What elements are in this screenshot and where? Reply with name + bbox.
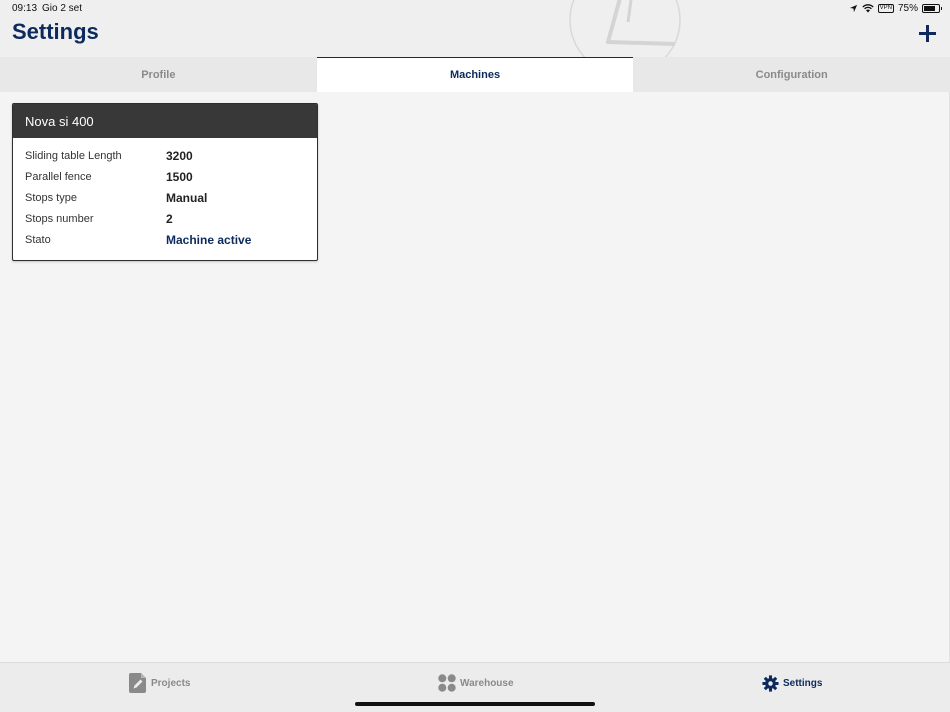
settings-tabs: Profile Machines Configuration: [0, 57, 950, 92]
spec-value: Manual: [166, 190, 208, 205]
tab-configuration[interactable]: Configuration: [633, 57, 950, 92]
home-indicator: [355, 702, 595, 706]
spec-label: Stops type: [25, 191, 77, 204]
tabbar-item-settings[interactable]: Settings: [762, 673, 822, 693]
tabbar-label: Projects: [151, 677, 191, 689]
tab-profile[interactable]: Profile: [0, 57, 317, 92]
tabbar-label: Settings: [783, 677, 823, 689]
gear-icon: [762, 674, 779, 692]
spec-label: Parallel fence: [25, 170, 92, 183]
tabbar-label: Warehouse: [460, 677, 514, 689]
battery-percentage: 75%: [897, 3, 918, 14]
machine-specs: Sliding table Length 3200 Parallel fence…: [13, 138, 317, 250]
spec-value: 1500: [166, 169, 193, 184]
tabbar-item-warehouse[interactable]: Warehouse: [438, 673, 514, 693]
tab-machines[interactable]: Machines: [316, 57, 634, 92]
machine-card[interactable]: Nova si 400 Sliding table Length 3200 Pa…: [12, 103, 318, 261]
status-indicators: VPN 75%: [849, 2, 942, 15]
spec-label: Sliding table Length: [25, 149, 122, 162]
navigation-header: 09:13 Gio 2 set VPN 75% Settings: [0, 0, 950, 58]
status-badge: Machine active: [166, 232, 252, 247]
spec-row-stato: Stato Machine active: [13, 229, 317, 250]
page-title: Settings: [12, 19, 99, 44]
status-date: Gio 2 set: [42, 3, 83, 14]
machine-name: Nova si 400: [13, 104, 317, 138]
add-machine-button[interactable]: [919, 25, 936, 42]
spec-label: Stato: [25, 233, 51, 246]
spec-row-parallel-fence: Parallel fence 1500: [13, 166, 317, 187]
battery-icon: [922, 4, 942, 13]
wifi-icon: [861, 4, 874, 13]
spec-row-sliding-table-length: Sliding table Length 3200: [13, 145, 317, 166]
document-edit-icon: [129, 673, 146, 693]
spec-label: Stops number: [25, 212, 94, 225]
spec-value: 3200: [166, 148, 193, 163]
spec-value: 2: [166, 211, 173, 226]
battery-level: [924, 6, 935, 11]
location-icon: [849, 4, 857, 13]
dots-grid-icon: [438, 674, 456, 692]
status-time: 09:13: [12, 3, 38, 14]
vpn-icon: VPN: [877, 4, 894, 13]
tabbar-item-projects[interactable]: Projects: [129, 673, 190, 693]
spec-row-stops-number: Stops number 2: [13, 208, 317, 229]
spec-row-stops-type: Stops type Manual: [13, 187, 317, 208]
logo-watermark-icon: [569, 0, 681, 58]
